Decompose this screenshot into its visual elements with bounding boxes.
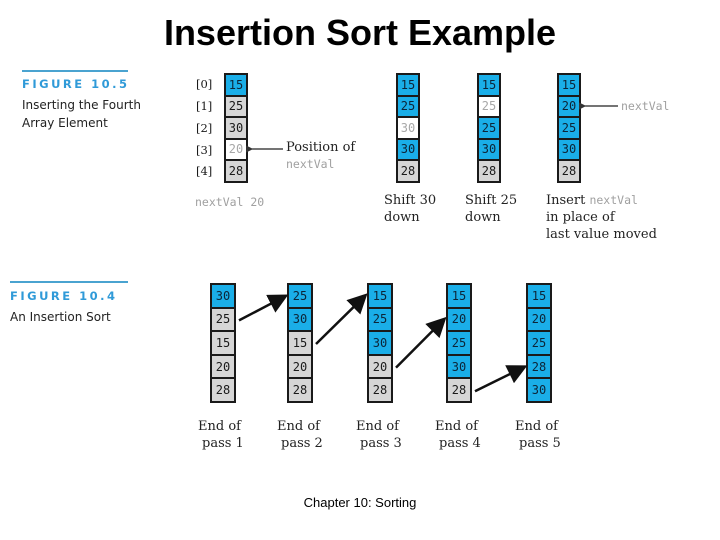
move-arrow	[474, 365, 528, 393]
move-arrow	[395, 316, 447, 369]
move-arrow	[238, 294, 289, 322]
move-arrow	[315, 293, 368, 345]
arrow-layer	[238, 102, 618, 393]
slide-footer: Chapter 10: Sorting	[303, 495, 417, 510]
